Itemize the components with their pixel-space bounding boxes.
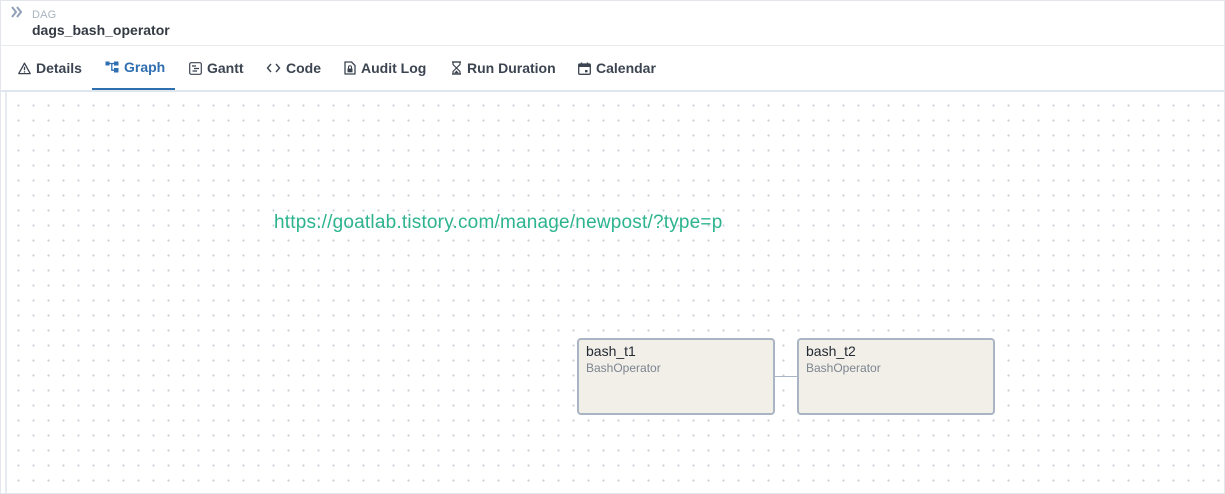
double-chevron-right-icon[interactable] [10,5,24,19]
page-title: dags_bash_operator [32,22,170,38]
tab-label: Details [36,60,82,76]
dag-view: DAG dags_bash_operator Details Graph Gan… [0,0,1225,494]
tab-code[interactable]: Code [266,46,321,90]
tab-audit-log[interactable]: Audit Log [344,46,426,90]
tab-gantt[interactable]: Gantt [189,46,244,90]
task-node-bash-t1[interactable]: bash_t1 BashOperator [577,338,775,415]
warning-triangle-icon [18,62,31,75]
task-operator: BashOperator [586,361,661,375]
tab-label: Audit Log [361,60,427,76]
tab-label: Code [286,60,321,76]
calendar-icon [578,62,591,75]
task-name: bash_t2 [806,343,856,359]
tab-run-duration[interactable]: Run Duration [451,46,556,90]
file-lock-icon [344,61,356,75]
breadcrumb-label: DAG [32,9,57,21]
graph-edge [775,376,797,377]
code-icon [266,62,281,74]
hourglass-icon [451,61,462,75]
tab-details[interactable]: Details [18,46,82,90]
tab-graph[interactable]: Graph [92,46,175,90]
task-node-bash-t2[interactable]: bash_t2 BashOperator [797,338,995,415]
tab-label: Graph [124,59,166,75]
task-name: bash_t1 [586,343,636,359]
dag-header: DAG dags_bash_operator [1,1,1224,46]
task-operator: BashOperator [806,361,881,375]
graph-icon [105,61,119,73]
tab-label: Run Duration [467,60,556,76]
gantt-icon [189,61,202,75]
tab-label: Calendar [596,60,656,76]
tab-calendar[interactable]: Calendar [578,46,656,90]
tab-label: Gantt [207,60,244,76]
tab-bar: Details Graph Gantt Code Audit Log Run D… [1,46,1224,92]
overlay-url-link[interactable]: https://goatlab.tistory.com/manage/newpo… [274,212,722,234]
graph-canvas[interactable] [5,92,1224,493]
